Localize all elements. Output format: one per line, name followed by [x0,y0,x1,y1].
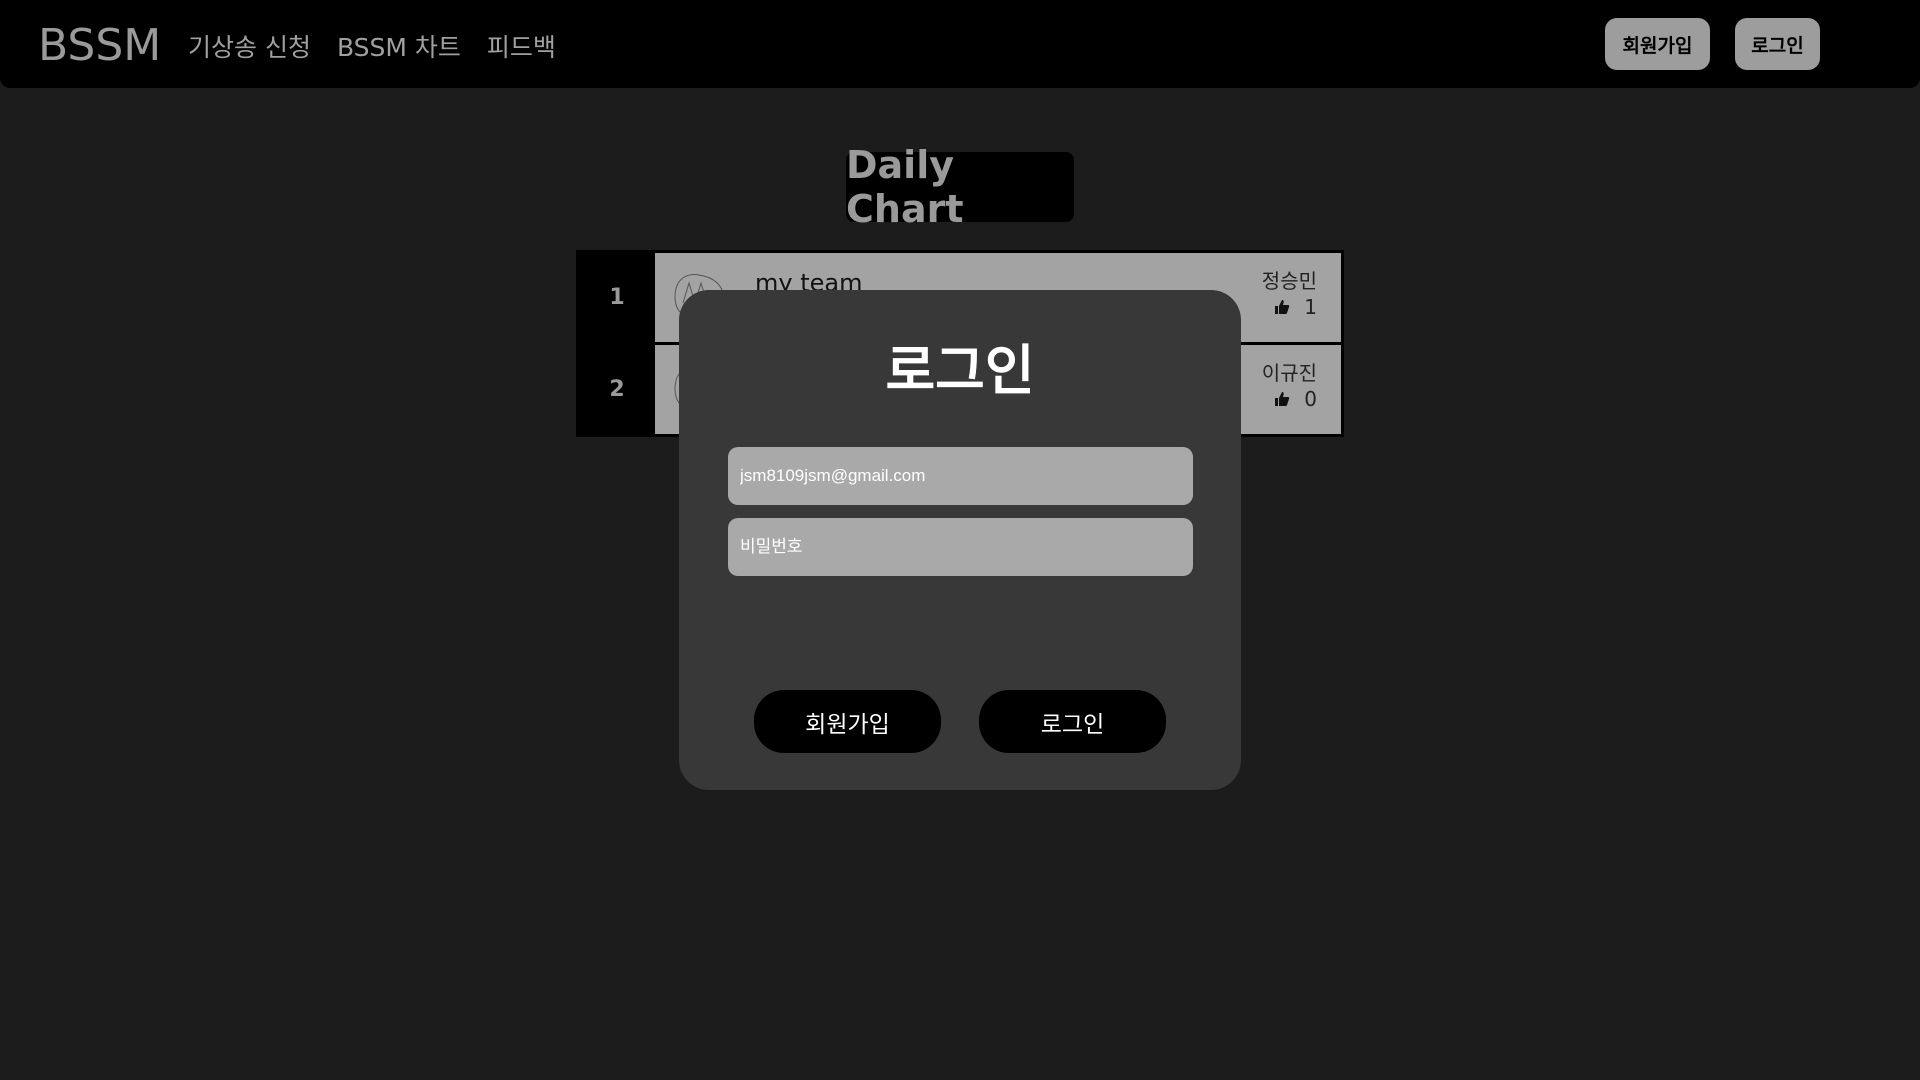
like-count[interactable]: 0 [1274,387,1317,411]
chart-title: Daily Chart [846,143,1074,231]
nav-item-feedback[interactable]: 피드백 [487,28,556,64]
header-signup-button[interactable]: 회원가입 [1605,18,1710,70]
nav-item-song-request[interactable]: 기상송 신청 [188,28,311,64]
like-count-value: 0 [1304,387,1317,411]
thumbs-up-icon[interactable] [1274,391,1290,407]
login-modal: 로그인 회원가입 로그인 [679,290,1241,790]
email-field[interactable] [728,447,1193,505]
top-header: BSSM 기상송 신청 BSSM 차트 피드백 회원가입 로그인 [0,0,1920,88]
thumbs-up-icon[interactable] [1274,299,1290,315]
like-count[interactable]: 1 [1274,295,1317,319]
requester-name: 이규진 [1261,361,1317,385]
site-logo[interactable]: BSSM [38,20,161,71]
modal-title: 로그인 [885,339,1035,402]
rank-number: 2 [579,345,655,434]
modal-signup-button[interactable]: 회원가입 [754,690,941,753]
rank-number: 1 [579,253,655,342]
modal-login-button[interactable]: 로그인 [979,690,1166,753]
nav-item-bssm-chart[interactable]: BSSM 차트 [337,28,461,64]
like-count-value: 1 [1304,295,1317,319]
header-login-button[interactable]: 로그인 [1735,18,1820,70]
password-field[interactable] [728,518,1193,576]
main-nav: 기상송 신청 BSSM 차트 피드백 [188,28,556,64]
requester-name: 정승민 [1261,269,1317,293]
